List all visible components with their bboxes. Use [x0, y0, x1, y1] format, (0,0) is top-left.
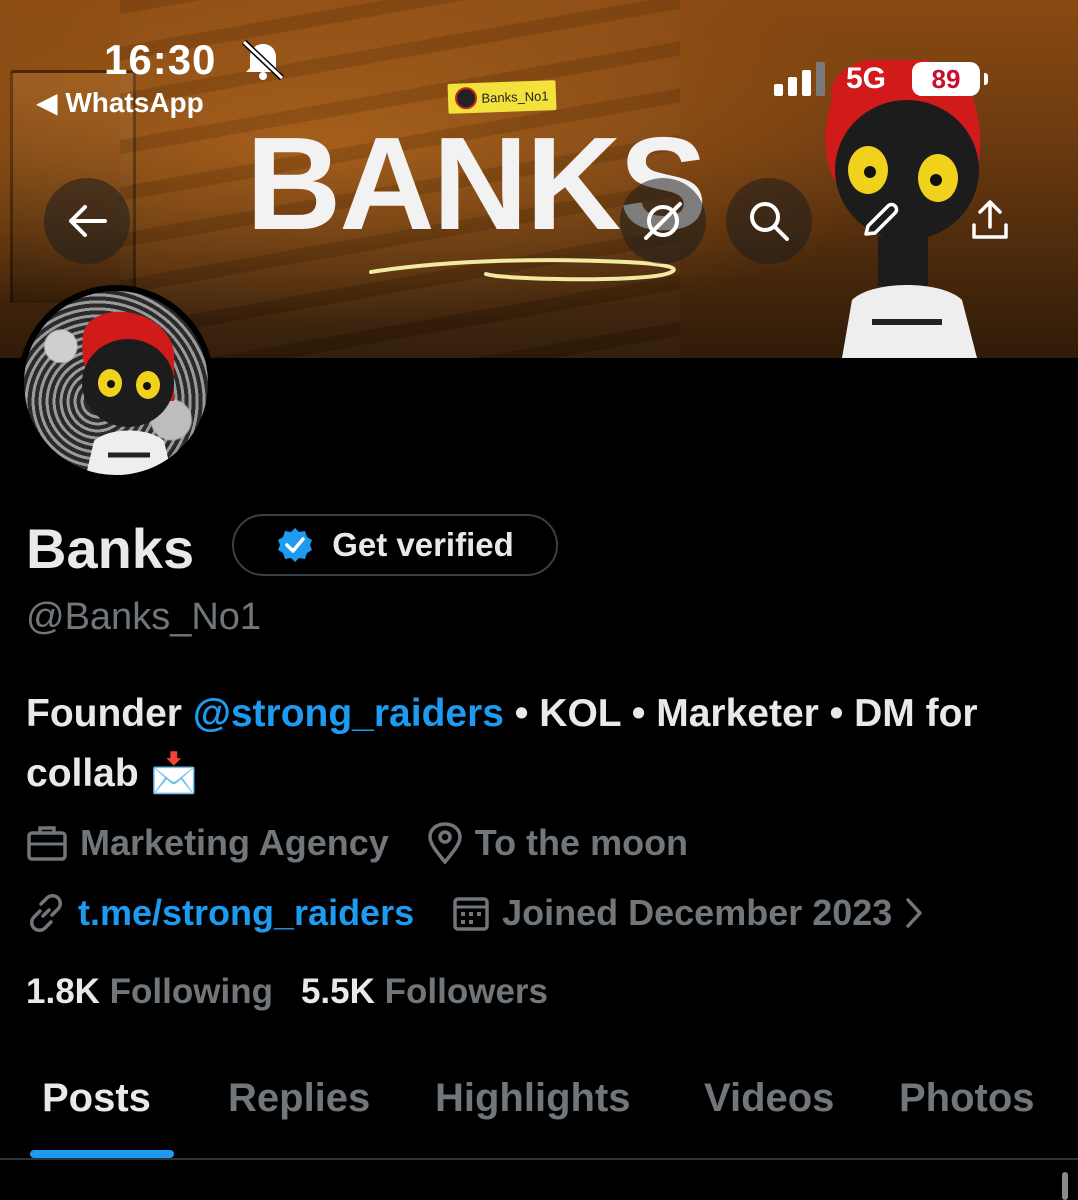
back-button[interactable]	[44, 178, 130, 264]
following-label: Following	[109, 972, 273, 1011]
location-item: To the moon	[427, 822, 688, 864]
bell-off-icon	[241, 40, 285, 80]
website-item[interactable]: t.me/strong_raiders	[26, 892, 414, 934]
following-count: 1.8K	[26, 972, 100, 1011]
calendar-icon	[453, 897, 489, 931]
briefcase-icon	[27, 826, 67, 861]
profile-bio: Founder @strong_raiders • KOL • Marketer…	[26, 684, 1036, 804]
bio-mention-link[interactable]: @strong_raiders	[193, 692, 504, 735]
followers-count: 5.5K	[300, 972, 375, 1011]
status-time: 16:30	[104, 36, 217, 83]
joined-label: Joined December 2023	[502, 892, 893, 933]
tab-posts[interactable]: Posts	[42, 1076, 151, 1121]
followers-label: Followers	[384, 972, 549, 1011]
grok-icon	[644, 202, 682, 240]
back-to-app-link[interactable]: ◀ WhatsApp	[36, 86, 204, 119]
search-icon	[750, 202, 789, 241]
tab-photos[interactable]: Photos	[899, 1076, 1035, 1121]
category-item: Marketing Agency	[26, 822, 389, 864]
profile-meta-row-2: t.me/strong_raiders Joined December 2023	[26, 892, 962, 934]
grok-button[interactable]	[620, 178, 706, 264]
location-pin-icon	[427, 822, 462, 864]
banner-tag-logo-icon	[455, 86, 478, 110]
followers-link[interactable]: 5.5K Followers	[301, 972, 548, 1012]
chevron-right-icon	[906, 898, 923, 928]
arrow-left-icon	[69, 205, 107, 237]
edit-button[interactable]	[850, 190, 910, 250]
share-button[interactable]	[960, 190, 1020, 250]
profile-tabs: Posts Replies Highlights Videos Photos	[0, 1068, 1078, 1160]
category-label: Marketing Agency	[80, 822, 389, 863]
tab-replies[interactable]: Replies	[228, 1076, 370, 1121]
get-verified-label: Get verified	[332, 526, 514, 563]
get-verified-button[interactable]: Get verified	[232, 514, 558, 576]
link-icon	[30, 894, 62, 932]
scrollbar[interactable]	[1062, 1172, 1068, 1200]
battery-indicator: 89	[912, 62, 988, 96]
avatar-image	[24, 291, 208, 475]
profile-avatar[interactable]	[18, 285, 214, 481]
website-link[interactable]: t.me/strong_raiders	[78, 892, 414, 934]
search-button[interactable]	[726, 178, 812, 264]
follow-counts: 1.8K Following 5.5K Followers	[26, 972, 548, 1012]
joined-item[interactable]: Joined December 2023	[452, 892, 924, 934]
share-upload-icon	[972, 200, 1008, 239]
user-handle: @Banks_No1	[26, 596, 262, 638]
signal-strength-icon	[774, 62, 825, 96]
tab-videos[interactable]: Videos	[704, 1076, 834, 1121]
display-name: Banks	[26, 517, 195, 580]
banner-tag-text: Banks_No1	[481, 87, 549, 106]
profile-meta-row-1: Marketing Agency To the moon	[26, 822, 726, 864]
pencil-icon	[864, 202, 899, 236]
tabs-divider	[0, 1158, 1078, 1160]
location-label: To the moon	[474, 822, 689, 863]
bio-text-prefix: Founder	[26, 692, 193, 735]
network-type-label: 5G	[846, 62, 887, 95]
banner-tag: Banks_No1	[447, 80, 557, 114]
verified-badge-icon	[278, 528, 313, 562]
tab-highlights[interactable]: Highlights	[435, 1076, 631, 1121]
active-tab-indicator	[30, 1150, 174, 1158]
following-link[interactable]: 1.8K Following	[26, 972, 273, 1012]
